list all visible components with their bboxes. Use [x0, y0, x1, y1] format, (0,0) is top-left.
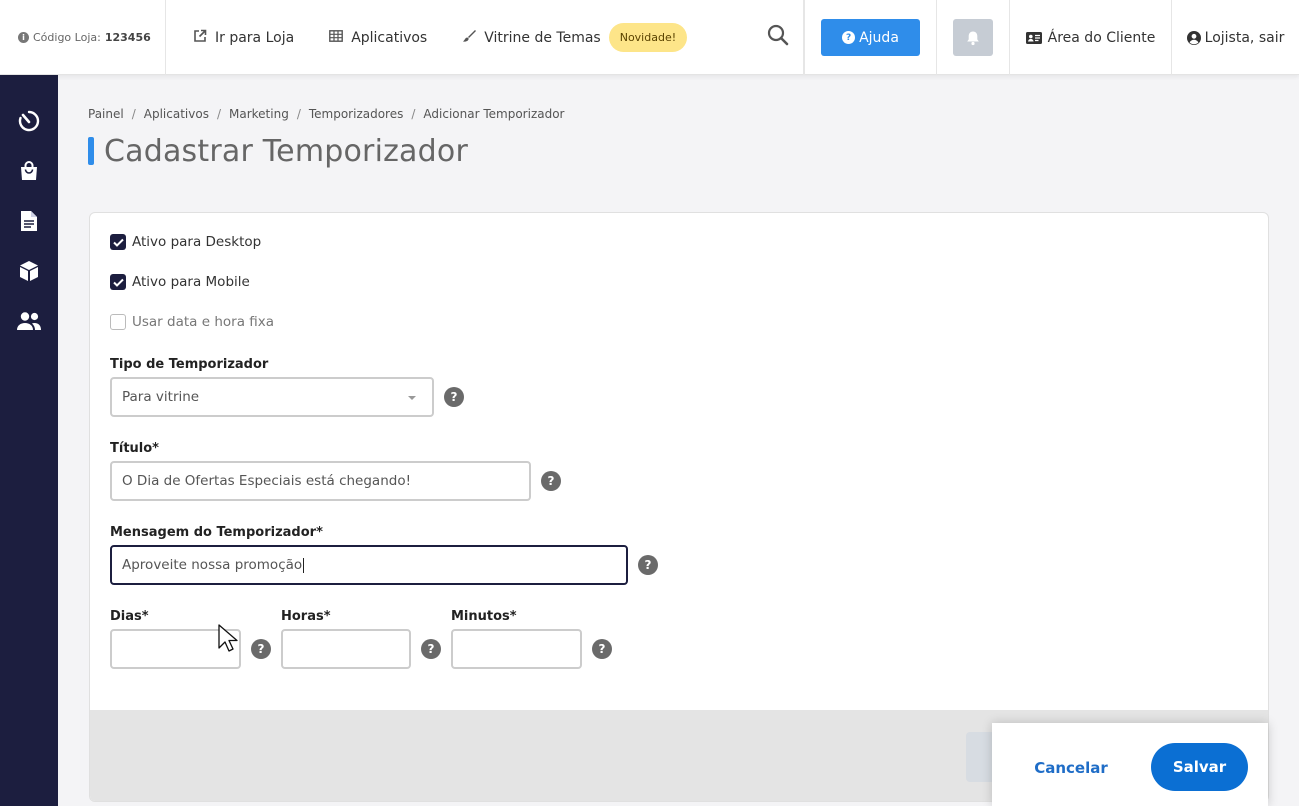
notifications-cell	[937, 0, 1010, 75]
minutos-label: Minutos*	[451, 609, 517, 624]
question-icon: ?	[842, 31, 856, 44]
sidebar	[0, 75, 58, 806]
logout-link[interactable]: Lojista, sair	[1172, 0, 1299, 75]
title-accent-bar	[88, 137, 94, 165]
check-icon	[112, 278, 124, 287]
shopping-bag-icon	[21, 161, 37, 180]
store-code-label: Código Loja:	[33, 31, 101, 44]
breadcrumb-item[interactable]: Aplicativos	[144, 107, 209, 121]
breadcrumb: Painel / Aplicativos / Marketing / Tempo…	[88, 107, 565, 121]
nav-label: Aplicativos	[351, 29, 428, 46]
checkbox-label: Ativo para Mobile	[132, 274, 250, 290]
check-icon	[112, 238, 124, 247]
form-card	[89, 212, 1269, 802]
bell-icon	[967, 31, 979, 45]
cancel-button[interactable]: Cancelar	[1016, 744, 1126, 792]
mouse-pointer-icon	[218, 624, 238, 652]
breadcrumb-current: Adicionar Temporizador	[423, 107, 565, 121]
top-nav: Ir para Loja Aplicativos Vitrine de Tema…	[166, 0, 804, 75]
horas-label: Horas*	[281, 609, 331, 624]
info-icon: i	[18, 32, 29, 43]
logout-label: Lojista, sair	[1204, 29, 1285, 46]
mensagem-label: Mensagem do Temporizador*	[110, 525, 323, 540]
new-badge: Novidade!	[608, 23, 688, 52]
breadcrumb-separator: /	[131, 107, 136, 121]
help-cell: ? Ajuda	[804, 0, 937, 75]
breadcrumb-item[interactable]: Painel	[88, 107, 124, 121]
tipo-select[interactable]: Para vitrine	[110, 377, 434, 417]
document-icon	[21, 211, 37, 231]
breadcrumb-item[interactable]: Temporizadores	[309, 107, 404, 121]
horas-input[interactable]	[281, 629, 411, 669]
checkbox-label: Ativo para Desktop	[132, 234, 262, 250]
nav-aplicativos[interactable]: Aplicativos	[328, 30, 427, 46]
help-titulo-icon[interactable]: ?	[541, 471, 561, 491]
mensagem-input[interactable]: Aproveite nossa promoção	[110, 545, 628, 585]
breadcrumb-separator: /	[411, 107, 416, 121]
client-area-label: Área do Cliente	[1047, 29, 1156, 46]
help-dias-icon[interactable]: ?	[251, 639, 271, 659]
nav-vitrine-de-temas[interactable]: Vitrine de Temas	[461, 29, 601, 47]
dias-label: Dias*	[110, 609, 149, 624]
checkbox-checked[interactable]	[110, 234, 126, 250]
sidebar-item-documents[interactable]	[16, 208, 42, 234]
breadcrumb-item[interactable]: Marketing	[229, 107, 289, 121]
page-title: Cadastrar Temporizador	[104, 134, 468, 169]
help-tipo-icon[interactable]: ?	[444, 387, 464, 407]
help-mensagem-icon[interactable]: ?	[638, 555, 658, 575]
help-minutos-icon[interactable]: ?	[592, 639, 612, 659]
help-horas-icon[interactable]: ?	[421, 639, 441, 659]
minutos-input[interactable]	[451, 629, 582, 669]
save-button[interactable]: Salvar	[1151, 743, 1248, 791]
dashboard-timer-icon	[18, 110, 40, 132]
titulo-input-value: O Dia de Ofertas Especiais está chegando…	[122, 473, 411, 489]
box-icon	[20, 261, 38, 281]
store-code: i Código Loja: 123456	[0, 0, 166, 75]
user-circle-icon	[1186, 30, 1201, 45]
store-code-value: 123456	[104, 31, 151, 44]
users-icon	[17, 312, 41, 330]
checkbox-mobile[interactable]: Ativo para Mobile	[110, 274, 250, 290]
action-panel: Cancelar Salvar	[992, 723, 1268, 806]
text-cursor	[303, 557, 305, 573]
checkbox-checked[interactable]	[110, 274, 126, 290]
nav-ir-para-loja[interactable]: Ir para Loja	[192, 29, 294, 47]
sidebar-item-customers[interactable]	[16, 308, 42, 334]
brush-icon	[461, 29, 477, 47]
titulo-label: Título*	[110, 441, 159, 456]
checkbox-label: Usar data e hora fixa	[132, 314, 275, 330]
id-card-icon	[1025, 31, 1042, 44]
help-button[interactable]: ? Ajuda	[821, 19, 920, 56]
grid-icon	[328, 29, 344, 46]
nav-label: Ir para Loja	[215, 29, 295, 46]
client-area-link[interactable]: Área do Cliente	[1010, 0, 1172, 75]
notifications-button[interactable]	[953, 19, 993, 56]
tipo-label: Tipo de Temporizador	[110, 357, 269, 372]
search-icon[interactable]	[767, 24, 789, 46]
breadcrumb-separator: /	[296, 107, 301, 121]
checkbox-fixed-date[interactable]: Usar data e hora fixa	[110, 314, 274, 330]
chevron-down-icon	[408, 396, 416, 400]
titulo-input[interactable]: O Dia de Ofertas Especiais está chegando…	[110, 461, 531, 501]
breadcrumb-separator: /	[216, 107, 221, 121]
help-label: Ajuda	[859, 29, 899, 46]
sidebar-item-products[interactable]	[16, 258, 42, 284]
tipo-select-value: Para vitrine	[122, 389, 200, 405]
nav-label: Vitrine de Temas	[484, 29, 601, 46]
sidebar-item-dashboard[interactable]	[16, 108, 42, 134]
sidebar-item-orders[interactable]	[16, 158, 42, 184]
checkbox-desktop[interactable]: Ativo para Desktop	[110, 234, 261, 250]
checkbox-unchecked[interactable]	[110, 314, 126, 330]
mensagem-input-value: Aproveite nossa promoção	[122, 557, 303, 573]
external-link-icon	[192, 29, 208, 47]
